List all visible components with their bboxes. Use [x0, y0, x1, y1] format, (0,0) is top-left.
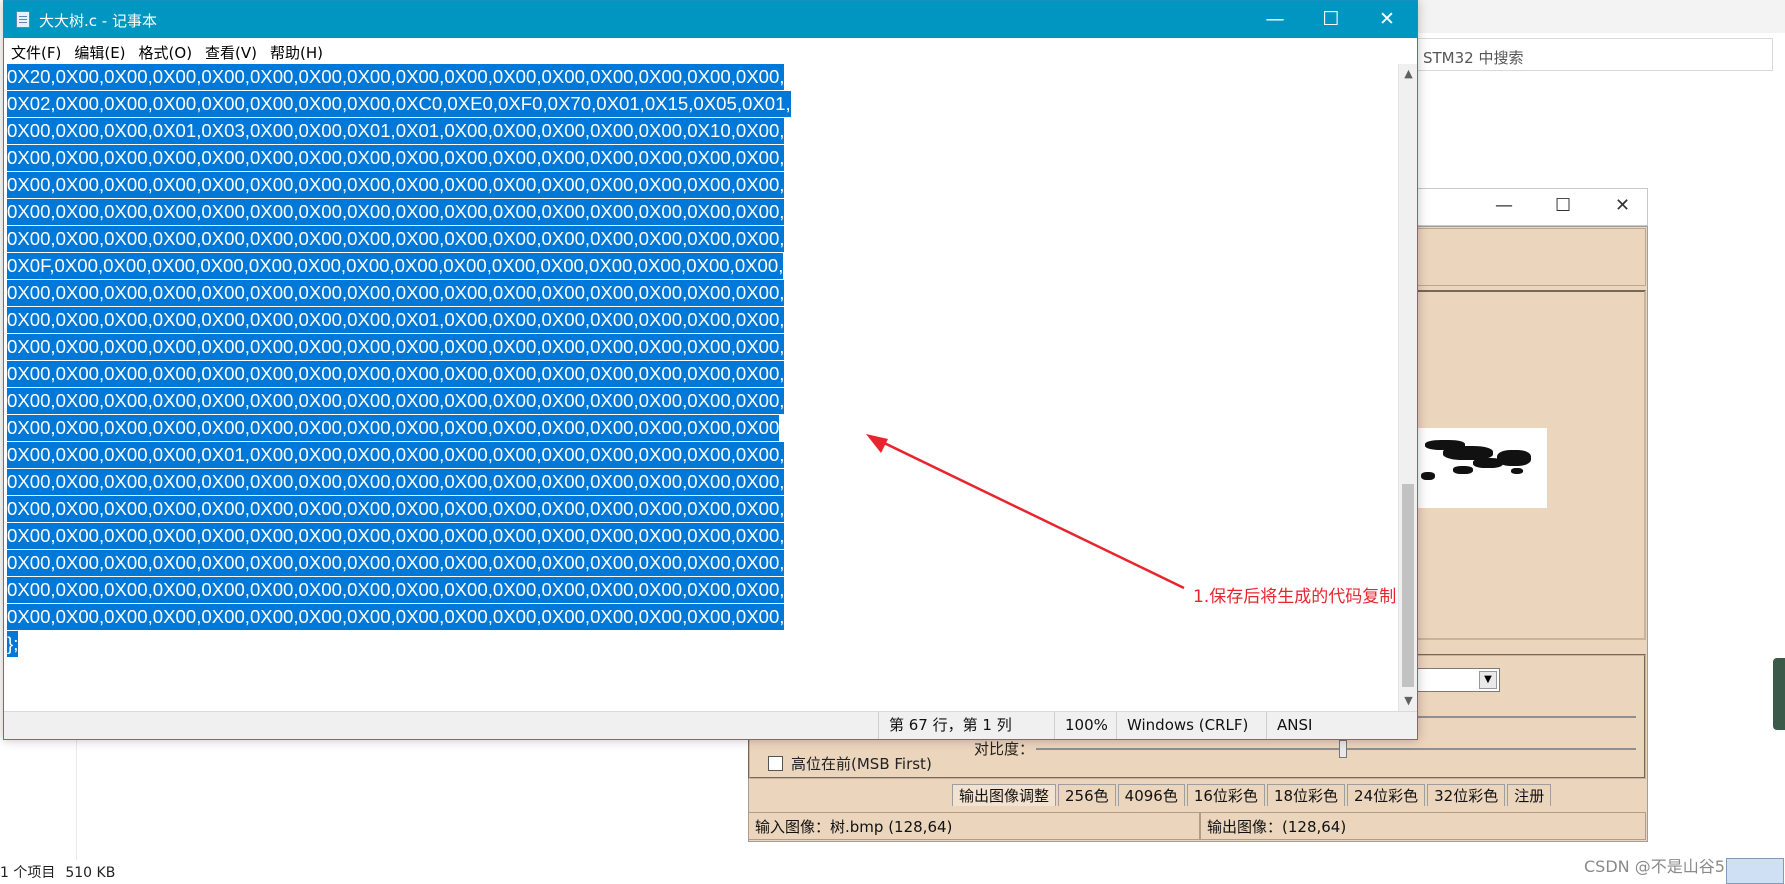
annotation-arrow [866, 434, 1185, 590]
annotation-text: 1.保存后将生成的代码复制 [1193, 587, 1397, 607]
